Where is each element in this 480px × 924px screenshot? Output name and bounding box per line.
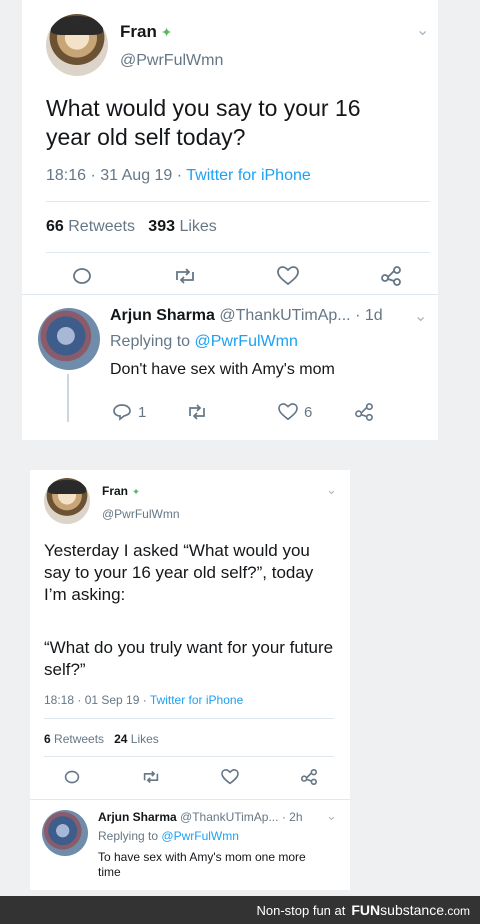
replying-to-link[interactable]: @PwrFulWmn (195, 333, 298, 350)
share-icon[interactable] (300, 769, 318, 790)
reply-age: · 2h (281, 810, 303, 824)
likes-count[interactable]: 24 (114, 732, 127, 746)
tweet-source-link[interactable]: Twitter for iPhone (186, 167, 311, 184)
author-name[interactable]: Fran ✦ (102, 484, 140, 498)
share-button[interactable] (354, 403, 374, 421)
site-footer-banner: Non-stop fun at FUNsubstance.com (0, 896, 480, 924)
retweet-icon[interactable] (173, 266, 197, 291)
like-icon[interactable] (221, 768, 240, 790)
leaf-icon: ✦ (160, 25, 173, 40)
retweets-count[interactable]: 6 (44, 732, 51, 746)
reply-actions: 1 6 (112, 403, 374, 421)
chevron-down-icon[interactable]: ⌄ (326, 808, 337, 824)
replying-to: Replying to @PwrFulWmn (110, 333, 298, 350)
replying-to: Replying to @PwrFulWmn (98, 829, 239, 843)
replying-to-link[interactable]: @PwrFulWmn (161, 829, 239, 843)
tweet-source-link[interactable]: Twitter for iPhone (150, 693, 243, 707)
like-icon[interactable] (277, 266, 300, 291)
reply-icon[interactable] (72, 266, 92, 291)
tweet-stats: 6 Retweets 24 Likes (44, 732, 159, 746)
retweet-icon[interactable] (141, 769, 161, 790)
avatar[interactable] (38, 308, 100, 370)
avatar[interactable] (46, 14, 108, 76)
likes-count[interactable]: 393 (148, 218, 175, 235)
chevron-down-icon[interactable]: ⌄ (414, 306, 427, 326)
avatar[interactable] (44, 478, 90, 524)
tweet-text-quote: “What do you truly want for your future … (44, 638, 334, 679)
thread-line (67, 374, 69, 422)
tweet-timestamp: 18:16 · 31 Aug 19 · Twitter for iPhone (46, 167, 311, 184)
footer-tagline: Non-stop fun at (256, 902, 346, 918)
chevron-down-icon[interactable]: ⌄ (416, 20, 429, 40)
tweet-card-2: Fran ✦ @PwrFulWmn ⌄ Yesterday I asked “Wh… (30, 470, 350, 890)
tweet-timestamp: 18:18 · 01 Sep 19 · Twitter for iPhone (44, 693, 244, 707)
reply-icon[interactable] (64, 769, 80, 790)
like-button[interactable]: 6 (278, 403, 354, 421)
site-logo[interactable]: FUNsubstance.com (351, 902, 470, 918)
tweet-text: What would you say to your 16 year old s… (46, 95, 361, 151)
tweet-text: Yesterday I asked “What would you say to… (44, 541, 314, 604)
tweet-actions (72, 266, 402, 291)
retweets-count[interactable]: 66 (46, 218, 64, 235)
reply-text: To have sex with Amy's mom one more time (98, 850, 306, 880)
reply-header: Arjun Sharma @ThankUTimAp... · 2h (98, 810, 303, 824)
reply-age: · 1d (355, 307, 383, 324)
author-name[interactable]: Arjun Sharma (110, 307, 215, 324)
author-handle[interactable]: @PwrFulWmn (120, 52, 223, 70)
tweet-stats: 66 Retweets 393 Likes (46, 218, 217, 235)
avatar[interactable] (42, 810, 88, 856)
tweet-actions (64, 768, 318, 790)
author-name[interactable]: Fran ✦ (120, 22, 172, 42)
author-handle[interactable]: @ThankUTimAp... (180, 810, 278, 824)
tweet-card-1: Fran ✦ @PwrFulWmn ⌄ What would you say to… (22, 0, 438, 440)
retweet-button[interactable] (186, 403, 278, 421)
author-handle[interactable]: @ThankUTimAp... (219, 307, 350, 324)
share-icon[interactable] (380, 266, 402, 291)
author-name[interactable]: Arjun Sharma (98, 810, 177, 824)
reply-text: Don't have sex with Amy's mom (110, 361, 335, 378)
author-handle[interactable]: @PwrFulWmn (102, 507, 180, 521)
chevron-down-icon[interactable]: ⌄ (326, 482, 337, 498)
reply-header: Arjun Sharma @ThankUTimAp... · 1d (110, 307, 383, 325)
reply-button[interactable]: 1 (112, 403, 186, 421)
leaf-icon: ✦ (132, 487, 141, 498)
